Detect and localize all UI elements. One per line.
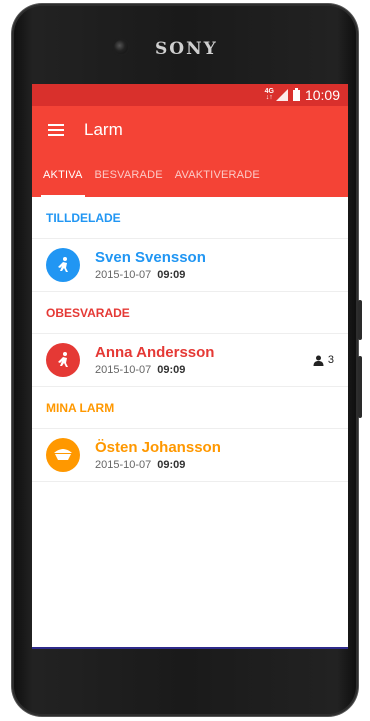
bed-alarm-icon — [46, 438, 80, 472]
status-time: 10:09 — [304, 87, 340, 103]
menu-icon[interactable] — [48, 123, 64, 136]
responder-count-value: 3 — [327, 354, 334, 366]
app-toolbar: Larm — [32, 106, 348, 153]
section-header-mina-larm: MINA LARM — [32, 387, 348, 429]
network-indicator: 4G ↓↑ — [265, 88, 274, 101]
fall-alarm-icon — [46, 343, 80, 377]
volume-button — [358, 356, 362, 418]
app-screen: 4G ↓↑ 10:09 Larm AKTIVA BESVARADE AVAKTI… — [32, 84, 348, 649]
alarm-timestamp: 2015-10-07 09:09 — [95, 459, 221, 471]
alarm-time: 09:09 — [157, 269, 186, 281]
signal-icon — [275, 89, 288, 101]
alarm-date: 2015-10-07 — [95, 364, 152, 376]
network-activity: ↓↑ — [265, 94, 273, 101]
front-camera — [114, 40, 128, 54]
tab-aktiva[interactable]: AKTIVA — [37, 153, 89, 197]
alarm-row-osten[interactable]: Östen Johansson 2015-10-07 09:09 — [32, 429, 348, 482]
alarm-time: 09:09 — [157, 459, 186, 471]
alarm-timestamp: 2015-10-07 09:09 — [95, 364, 214, 376]
alarm-name: Östen Johansson — [95, 439, 221, 456]
alarm-row-anna[interactable]: Anna Andersson 2015-10-07 09:09 3 — [32, 334, 348, 387]
battery-icon — [292, 87, 300, 101]
power-button — [358, 300, 362, 340]
alarm-time: 09:09 — [157, 364, 186, 376]
fall-alarm-icon — [46, 248, 80, 282]
alarm-date: 2015-10-07 — [95, 459, 152, 471]
alarm-name: Anna Andersson — [95, 344, 215, 361]
tab-avaktiverade[interactable]: AVAKTIVERADE — [169, 153, 266, 197]
alarm-row-sven[interactable]: Sven Svensson 2015-10-07 09:09 — [32, 239, 348, 292]
section-header-obesvarade: OBESVARADE — [32, 292, 348, 334]
alarm-timestamp: 2015-10-07 09:09 — [95, 269, 206, 281]
brand-logo: SONY — [155, 39, 218, 59]
person-icon — [313, 355, 324, 366]
section-header-tilldelade: TILLDELADE — [32, 197, 348, 239]
alarm-date: 2015-10-07 — [95, 269, 152, 281]
tab-besvarade[interactable]: BESVARADE — [89, 153, 169, 197]
tab-bar: AKTIVA BESVARADE AVAKTIVERADE — [32, 153, 348, 197]
status-bar: 4G ↓↑ 10:09 — [32, 84, 348, 106]
page-title: Larm — [84, 119, 123, 139]
responder-count: 3 — [313, 354, 334, 366]
alarm-name: Sven Svensson — [95, 249, 206, 266]
